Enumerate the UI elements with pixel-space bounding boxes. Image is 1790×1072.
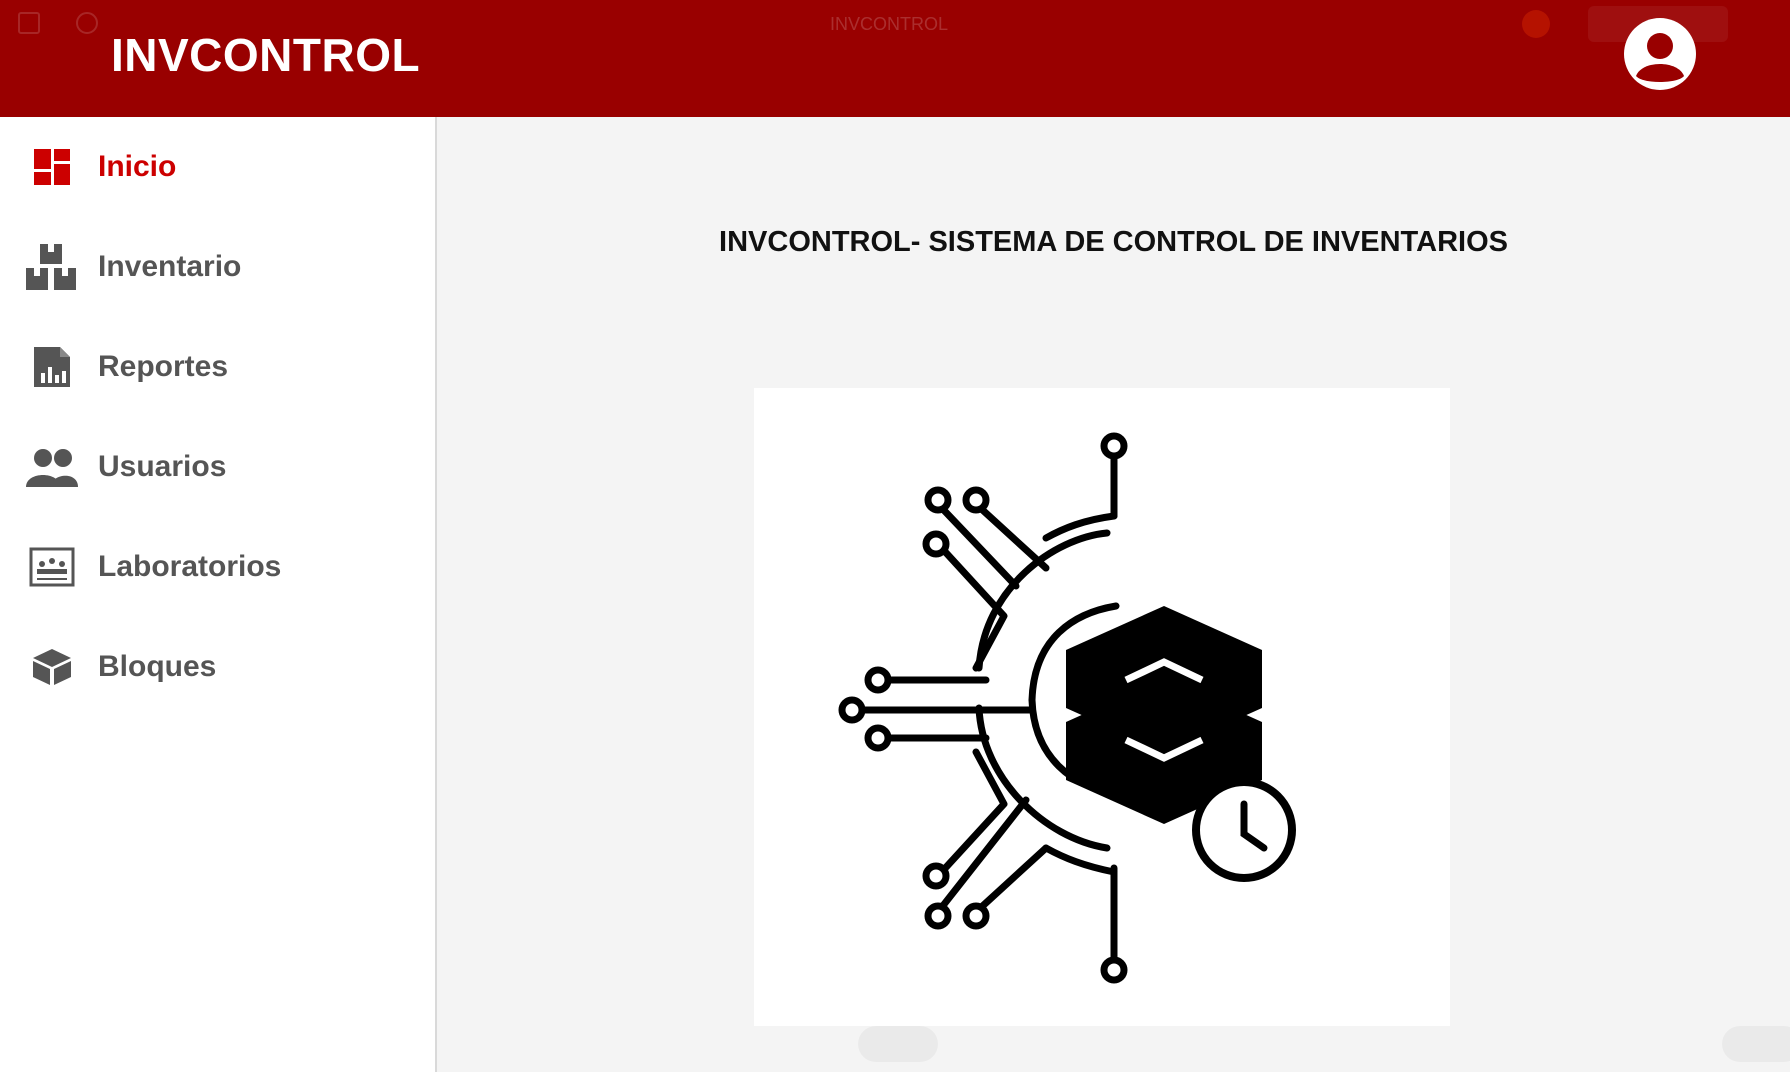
sidebar-item-inicio[interactable]: Inicio — [0, 127, 435, 207]
sidebar-item-bloques[interactable]: Bloques — [0, 627, 435, 707]
sidebar-item-label: Usuarios — [98, 450, 227, 483]
sidebar-item-reportes[interactable]: Reportes — [0, 327, 435, 407]
chat-icon — [76, 12, 98, 34]
sidebar-item-inventario[interactable]: Inventario — [0, 227, 435, 307]
sidebar-item-label: Reportes — [98, 350, 229, 383]
sidebar-toggle-icon — [18, 12, 40, 34]
dashboard-icon — [26, 141, 78, 193]
report-icon — [26, 341, 78, 393]
sidebar-item-label: Inventario — [98, 250, 242, 283]
user-avatar-icon[interactable] — [1622, 16, 1698, 92]
sidebar-item-label: Inicio — [98, 150, 177, 183]
users-icon — [26, 441, 78, 493]
lab-icon — [26, 541, 78, 593]
page-title: INVCONTROL- SISTEMA DE CONTROL DE INVENT… — [719, 226, 1508, 258]
sidebar-item-laboratorios[interactable]: Laboratorios — [0, 527, 435, 607]
logo-card — [754, 388, 1450, 1026]
pager-control — [858, 1026, 938, 1062]
window-title: INVCONTROL — [830, 14, 949, 34]
account-dot — [1522, 10, 1550, 38]
sidebar-item-label: Bloques — [98, 650, 217, 683]
cube-icon — [26, 641, 78, 693]
sidebar-item-label: Laboratorios — [98, 550, 282, 583]
sidebar-item-usuarios[interactable]: Usuarios — [0, 427, 435, 507]
inventory-logo-icon — [838, 432, 1296, 984]
brand-title: INVCONTROL — [111, 29, 421, 81]
corner-control — [1722, 1026, 1790, 1062]
boxes-icon — [26, 241, 78, 293]
sidebar: Inicio Inventario Reportes Usuarios Labo… — [0, 117, 437, 1072]
top-header: INVCONTROL INVCONTROL — [0, 0, 1790, 117]
